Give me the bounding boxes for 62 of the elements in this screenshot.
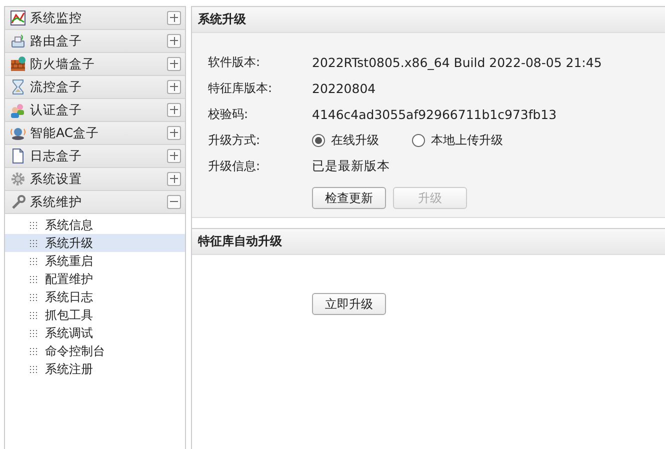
access-point-icon	[10, 125, 26, 141]
field-value: 4146c4ad3055af92966711b1c973fb13	[312, 106, 557, 122]
menu-item[interactable]: 系统注册	[5, 360, 185, 378]
accordion-label: 认证盒子	[30, 102, 83, 118]
accordion-header[interactable]: 日志盒子	[5, 145, 185, 168]
field-value: 20220804	[312, 80, 376, 96]
radio-label[interactable]: 本地上传升级	[431, 132, 503, 148]
menu-item[interactable]: 命令控制台	[5, 342, 185, 360]
radio-button[interactable]	[412, 134, 425, 146]
wrench-icon	[10, 194, 26, 210]
field-label: 校验码:	[208, 106, 250, 122]
accordion-header[interactable]: 路由盒子	[5, 30, 185, 53]
accordion-label: 路由盒子	[30, 32, 83, 50]
accordion-label: 日志盒子	[30, 148, 83, 164]
radio-label[interactable]: 在线升级	[331, 132, 379, 148]
panel-header: 系统升级	[192, 7, 665, 33]
menu-item[interactable]: 系统日志	[5, 288, 185, 306]
menu-item[interactable]: 配置维护	[5, 270, 185, 288]
field-label: 升级信息:	[208, 158, 262, 174]
accordion-header[interactable]: 系统维护	[5, 191, 185, 214]
radio-button[interactable]	[312, 134, 325, 146]
field-label: 特征库版本:	[208, 80, 274, 96]
expand-button[interactable]	[167, 57, 181, 71]
field-label: 升级方式:	[208, 132, 262, 148]
accordion-header[interactable]: 系统设置	[5, 168, 185, 191]
field-value: 已是最新版本	[312, 158, 390, 174]
menu-item[interactable]: 系统信息	[5, 216, 185, 234]
panel-header: 特征库自动升级	[192, 229, 665, 255]
expand-button[interactable]	[167, 80, 181, 94]
gear-icon	[10, 171, 26, 187]
accordion-label: 系统监控	[30, 10, 83, 26]
accordion-header[interactable]: 系统监控	[5, 7, 185, 30]
brick-wall-icon	[10, 56, 26, 72]
action-button[interactable]: 立即升级	[312, 293, 386, 315]
menu-item[interactable]: 系统重启	[5, 252, 185, 270]
accordion-header[interactable]: 防火墙盒子	[5, 53, 185, 76]
accordion-header[interactable]: 认证盒子	[5, 99, 185, 122]
accordion-header[interactable]: 智能AC盒子	[5, 122, 185, 145]
expand-button[interactable]	[167, 103, 181, 117]
accordion-header[interactable]: 流控盒子	[5, 76, 185, 99]
accordion-label: 防火墙盒子	[30, 56, 96, 72]
menu-item[interactable]: 系统调试	[5, 324, 185, 342]
accordion-label: 系统设置	[30, 170, 83, 188]
router-icon	[10, 33, 26, 49]
field-value: 2022RTst0805.x86_64 Build 2022-08-05 21:45	[312, 54, 602, 70]
expand-button[interactable]	[167, 172, 181, 186]
expand-button[interactable]	[167, 11, 181, 25]
accordion-label: 流控盒子	[30, 78, 83, 96]
field-label: 软件版本:	[208, 54, 262, 70]
menu-item[interactable]: 系统升级	[5, 234, 185, 252]
chart-icon	[10, 10, 26, 26]
expand-button[interactable]	[167, 149, 181, 163]
users-icon	[10, 102, 26, 118]
accordion-label: 智能AC盒子	[30, 124, 100, 142]
menu-item[interactable]: 抓包工具	[5, 306, 185, 324]
accordion-label: 系统维护	[30, 194, 83, 210]
action-button[interactable]: 检查更新	[312, 187, 386, 209]
hourglass-icon	[10, 79, 26, 95]
expand-button[interactable]	[167, 34, 181, 48]
expand-button[interactable]	[167, 126, 181, 140]
collapse-button[interactable]	[167, 195, 181, 209]
document-icon	[10, 148, 26, 164]
